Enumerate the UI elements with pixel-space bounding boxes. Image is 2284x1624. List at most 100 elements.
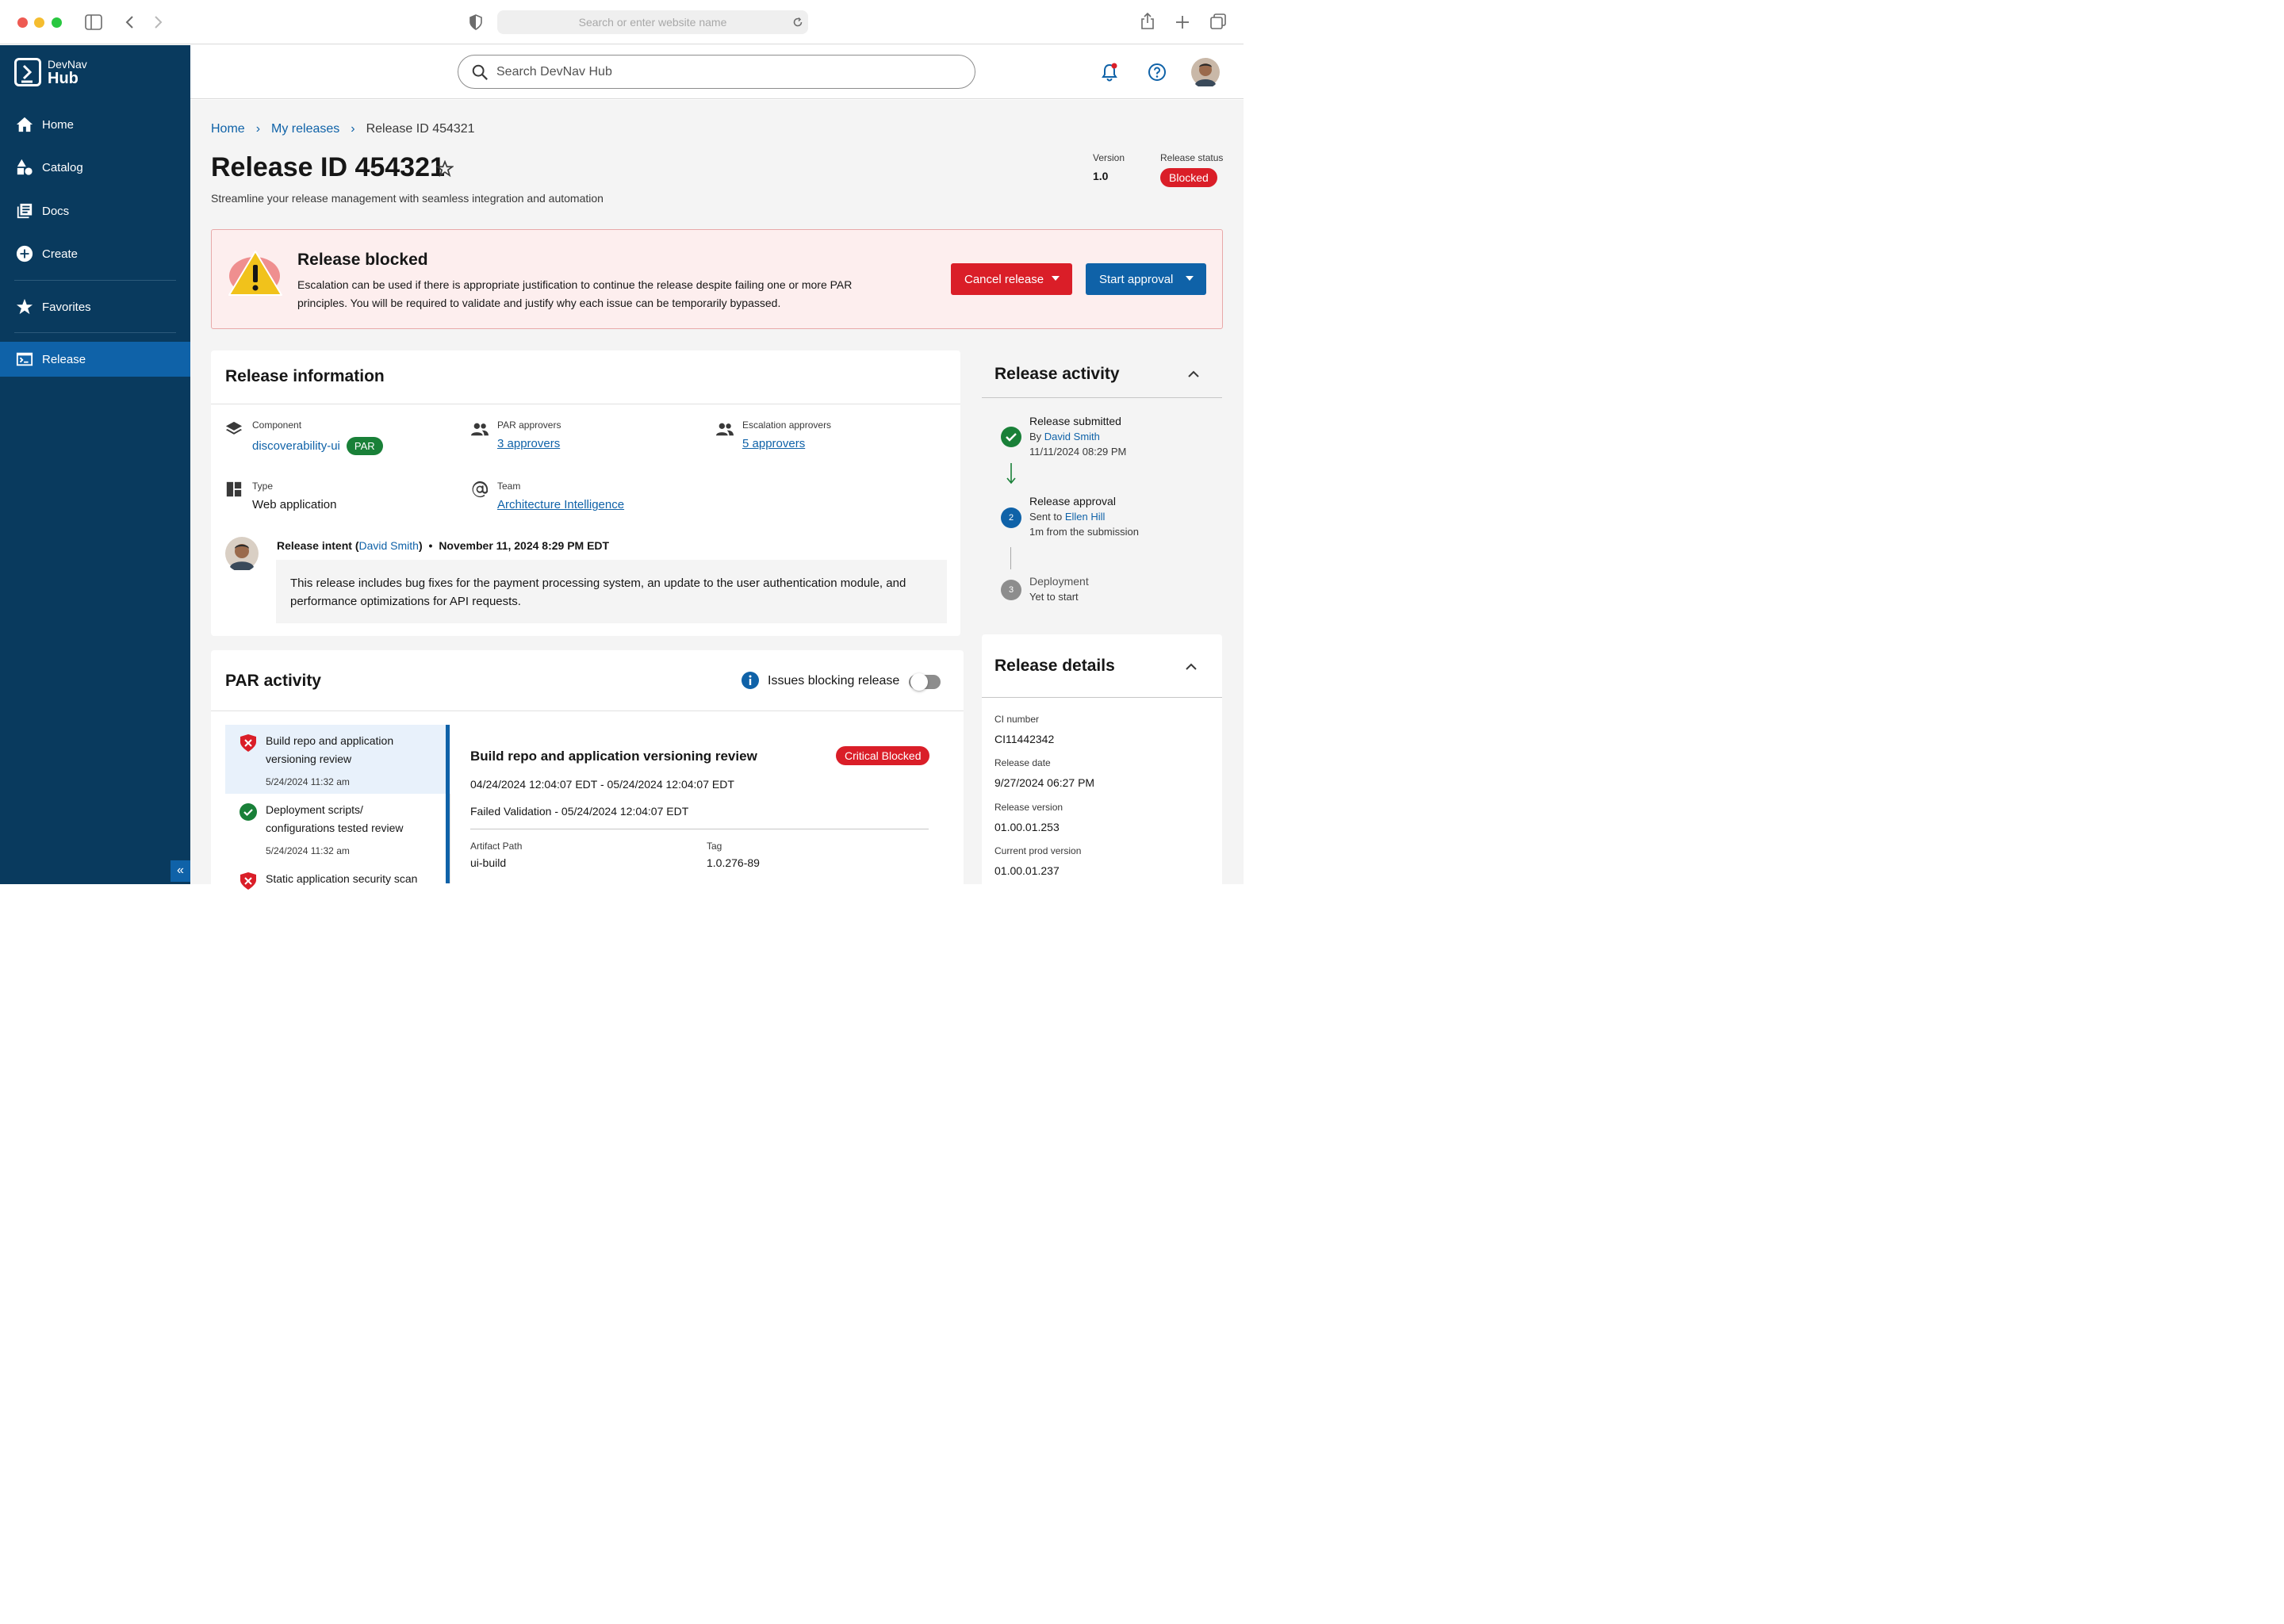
sidebar-item-favorites[interactable]: Favorites: [0, 289, 190, 324]
reload-icon[interactable]: [792, 17, 803, 28]
activity-step-submitted: Release submitted By David Smith 11/11/2…: [1029, 415, 1126, 458]
step-user-link[interactable]: Ellen Hill: [1065, 511, 1106, 523]
step-number-3: 3: [1001, 580, 1021, 600]
url-placeholder: Search or enter website name: [578, 16, 727, 29]
detail-value: 9/27/2024 06:27 PM: [994, 776, 1095, 789]
par-item-title: Deployment scripts/ configurations teste…: [266, 803, 404, 834]
favorite-star-icon[interactable]: [436, 160, 454, 178]
brand-logo[interactable]: DevNav Hub: [14, 58, 87, 86]
step-user-link[interactable]: David Smith: [1044, 431, 1100, 442]
collapse-sidebar-button[interactable]: «: [171, 860, 190, 882]
tab-overview-icon[interactable]: [1210, 13, 1226, 29]
version-value: 1.0: [1093, 170, 1109, 182]
par-detail-title: Build repo and application versioning re…: [470, 749, 757, 764]
detail-current-prod-version: Current prod version 01.00.01.237: [994, 845, 1081, 877]
double-chevron-left-icon: «: [177, 864, 184, 877]
status-label: Release status: [1160, 152, 1224, 163]
home-icon: [16, 117, 33, 132]
component-link[interactable]: discoverability-ui: [252, 439, 340, 453]
group-icon: [716, 423, 734, 436]
forward-arrow-icon[interactable]: [154, 15, 163, 29]
par-list-item[interactable]: Build repo and application versioning re…: [224, 732, 449, 791]
sidebar-item-label: Favorites: [42, 300, 91, 314]
sidebar-item-create[interactable]: Create: [0, 236, 190, 271]
search-input[interactable]: Search DevNav Hub: [458, 55, 975, 89]
toggle-knob: [910, 673, 928, 691]
breadcrumb-my-releases-link[interactable]: My releases: [271, 122, 339, 136]
search-placeholder: Search DevNav Hub: [496, 64, 612, 79]
detail-label: Current prod version: [994, 845, 1082, 856]
team-link[interactable]: Architecture Intelligence: [497, 498, 624, 511]
step-status: Yet to start: [1029, 591, 1079, 603]
intent-suffix: ): [418, 539, 423, 552]
notification-bell-icon[interactable]: [1101, 63, 1118, 82]
new-tab-icon[interactable]: [1175, 15, 1190, 29]
sidebar-item-docs[interactable]: Docs: [0, 193, 190, 228]
detail-value: CI11442342: [994, 733, 1055, 745]
app-header: Search DevNav Hub: [190, 45, 1244, 99]
par-item-title: Static application security scan: [266, 872, 418, 885]
intent-author-link[interactable]: David Smith: [358, 539, 418, 552]
escalation-approvers-link[interactable]: 5 approvers: [742, 437, 805, 450]
sidebar-item-label: Docs: [42, 204, 70, 218]
sidebar-divider: [14, 332, 176, 333]
detail-label: CI number: [994, 714, 1040, 725]
search-icon: [472, 64, 488, 80]
version-info: Version 1.0: [1093, 152, 1125, 182]
close-window-button[interactable]: [17, 17, 28, 28]
par-list-item[interactable]: Deployment scripts/ configurations teste…: [224, 801, 449, 860]
star-icon: [16, 298, 33, 315]
sidebar-item-release[interactable]: Release: [0, 342, 190, 377]
sidebar-toggle-icon[interactable]: [85, 14, 102, 30]
par-approvers-link[interactable]: 3 approvers: [497, 437, 560, 450]
detail-value: 01.00.01.237: [994, 864, 1060, 877]
chevron-up-icon[interactable]: [1188, 370, 1199, 377]
issues-blocking-toggle[interactable]: [909, 673, 941, 691]
check-circle-icon: [1001, 427, 1021, 447]
type-label: Type: [252, 481, 274, 492]
page-subtitle: Streamline your release management with …: [211, 192, 604, 205]
chevron-up-icon[interactable]: [1186, 663, 1197, 670]
release-information-title: Release information: [225, 367, 385, 385]
help-icon[interactable]: [1148, 63, 1167, 82]
sidebar-item-label: Create: [42, 247, 79, 261]
group-icon: [471, 423, 489, 436]
escalation-approvers-label: Escalation approvers: [742, 419, 832, 431]
sidebar-item-catalog[interactable]: Catalog: [0, 150, 190, 185]
back-arrow-icon[interactable]: [125, 15, 134, 29]
cancel-release-button[interactable]: Cancel release: [951, 263, 1072, 295]
release-activity-panel: Release activity Release submitted By Da…: [982, 350, 1222, 620]
detail-value: 01.00.01.253: [994, 821, 1060, 833]
release-intent-header: Release intent (David Smith) • November …: [277, 539, 609, 552]
tag-label: Tag: [707, 841, 722, 852]
docs-icon: [17, 203, 33, 219]
artifact-path-value: ui-build: [470, 856, 507, 869]
detail-ci-number: CI number CI11442342: [994, 714, 1054, 745]
info-icon[interactable]: [742, 672, 759, 689]
par-list-item[interactable]: Static application security scan: [224, 870, 449, 890]
user-avatar[interactable]: [1191, 58, 1220, 86]
step-title: Deployment: [1029, 575, 1089, 588]
sidebar-item-label: Release: [42, 352, 86, 366]
dashboard-icon: [226, 481, 242, 497]
arrow-down-icon: [1006, 463, 1016, 485]
page-title: Release ID 454321: [211, 152, 445, 182]
start-approval-button[interactable]: Start approval: [1086, 263, 1206, 295]
par-activity-title: PAR activity: [225, 672, 321, 690]
breadcrumb-home-link[interactable]: Home: [211, 122, 245, 136]
cancel-release-label: Cancel release: [964, 272, 1044, 286]
step-prefix: Sent to: [1029, 511, 1065, 523]
caret-down-icon: [1052, 276, 1060, 281]
breadcrumb-current: Release ID 454321: [366, 122, 475, 136]
brand-name-bottom: Hub: [48, 69, 79, 87]
sidebar-item-home[interactable]: Home: [0, 107, 190, 142]
maximize-window-button[interactable]: [52, 17, 62, 28]
minimize-window-button[interactable]: [34, 17, 44, 28]
release-status: Release status Blocked: [1160, 152, 1223, 187]
privacy-shield-icon[interactable]: [469, 14, 482, 30]
par-badge: PAR: [346, 437, 383, 455]
url-bar[interactable]: Search or enter website name: [497, 10, 808, 34]
team-label: Team: [497, 481, 521, 492]
share-icon[interactable]: [1140, 13, 1155, 30]
release-blocked-alert: Release blocked Escalation can be used i…: [211, 229, 1223, 329]
